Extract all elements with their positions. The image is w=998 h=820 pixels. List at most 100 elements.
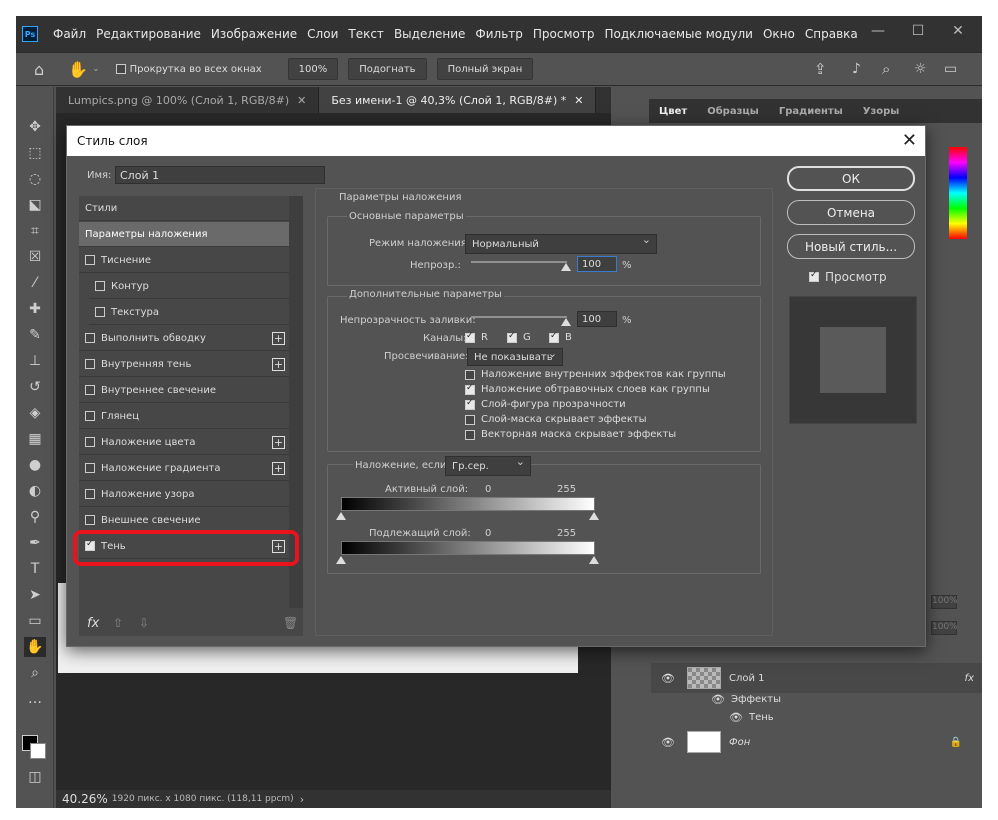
minimize-icon[interactable]: — [858,16,898,46]
full-screen-button[interactable]: Полный экран [436,58,534,80]
menu-type[interactable]: Текст [343,27,389,41]
checkbox-box[interactable] [465,331,475,343]
checkbox-box[interactable] [507,331,517,343]
menu-view[interactable]: Просмотр [528,27,600,41]
stamp-icon[interactable]: ⊥ [24,351,46,371]
menu-filter[interactable]: Фильтр [470,27,527,41]
style-item-2[interactable]: Тиснение [79,248,289,273]
option-checkbox[interactable] [465,383,475,395]
eraser-icon[interactable]: ◈ [24,403,46,423]
style-item-0[interactable]: Стили [79,196,289,221]
advanced-option-3[interactable]: Слой-маска скрывает эффекты [465,414,647,425]
crop-tool-icon[interactable]: ⌗ [24,221,46,241]
style-checkbox[interactable] [85,463,95,473]
style-checkbox[interactable] [95,281,105,291]
tab-patterns[interactable]: Узоры [853,106,910,117]
close-window-icon[interactable]: ✕ [938,16,978,46]
menu-select[interactable]: Выделение [389,27,470,41]
style-checkbox[interactable] [85,359,95,369]
channel-b-checkbox[interactable]: B [549,331,572,343]
close-icon[interactable]: ✕ [574,94,583,107]
zoom-100-button[interactable]: 100% [287,58,339,80]
fill-opacity-slider[interactable] [471,316,567,318]
style-item-6[interactable]: Внутренняя тень + [79,352,289,377]
this-layer-black-knob[interactable] [336,512,346,520]
knockout-dropdown[interactable]: Не показывать [467,347,563,366]
advanced-option-1[interactable]: Наложение обтравочных слоев как группы [465,383,710,395]
style-checkbox[interactable] [85,333,95,343]
menu-help[interactable]: Справка [800,27,863,41]
style-item-7[interactable]: Внутреннее свечение [79,378,289,403]
bulb-icon[interactable]: ☼ [914,61,927,77]
fit-screen-button[interactable]: Подогнать [348,58,427,80]
checkbox-box[interactable] [549,331,559,343]
menu-plugins[interactable]: Подключаемые модули [599,27,758,41]
opacity-input[interactable]: 100 [577,256,617,272]
dodge-icon[interactable]: ◐ [24,481,46,501]
menu-edit[interactable]: Редактирование [91,27,206,41]
menu-window[interactable]: Окно [758,27,800,41]
bell-icon[interactable]: ♪ [852,61,861,77]
add-effect-icon[interactable]: + [272,461,285,475]
option-checkbox[interactable] [465,369,475,380]
layer-effects-row[interactable]: 👁 Эффекты [711,690,941,708]
menu-image[interactable]: Изображение [206,27,302,41]
rectangle-icon[interactable]: ▭ [24,611,46,631]
blur-icon[interactable]: ● [24,455,46,475]
fill-opacity-input[interactable]: 100 [577,311,617,327]
style-checkbox[interactable] [85,437,95,447]
eye-icon[interactable]: 👁 [711,693,725,706]
path-select-icon[interactable]: ➤ [24,585,46,605]
close-icon[interactable]: ✕ [902,130,917,151]
style-item-5[interactable]: Выполнить обводку + [79,326,289,351]
advanced-option-2[interactable]: Слой-фигура прозрачности [465,398,626,410]
tab-color[interactable]: Цвет [649,106,697,117]
pen-icon[interactable]: ✒ [24,533,46,553]
layer-name[interactable]: Слой 1 [729,673,765,684]
lasso-tool-icon[interactable]: ◌ [24,169,46,189]
channel-r-checkbox[interactable]: R [465,331,488,343]
style-item-8[interactable]: Глянец [79,404,289,429]
brush-icon[interactable]: ✎ [24,325,46,345]
background-color[interactable] [30,743,46,759]
close-icon[interactable]: ✕ [297,94,306,107]
fx-icon[interactable]: fx [965,673,974,684]
eyedropper-icon[interactable]: ⁄ [24,273,46,293]
marquee-tool-icon[interactable]: ⬚ [24,143,46,163]
style-checkbox[interactable] [95,307,105,317]
ok-button[interactable]: ОК [787,166,915,191]
option-checkbox[interactable] [465,398,475,410]
style-item-3[interactable]: Контур [89,274,289,299]
this-layer-white-knob[interactable] [589,512,599,520]
hue-slider[interactable] [949,147,967,239]
style-checkbox[interactable] [85,411,95,421]
healing-icon[interactable]: ✚ [24,299,46,319]
tab-untitled[interactable]: Без имени-1 @ 40,3% (Слой 1, RGB/8#) * ✕ [319,87,597,113]
channel-g-checkbox[interactable]: G [507,331,531,343]
chevron-down-icon[interactable]: ⌄ [92,64,100,74]
cancel-button[interactable]: Отмена [787,200,915,225]
style-checkbox[interactable] [85,255,95,265]
arrow-down-icon[interactable]: ⇩ [139,616,149,630]
option-checkbox[interactable] [465,429,475,440]
tab-gradients[interactable]: Градиенты [769,106,853,117]
style-item-1[interactable]: Параметры наложения [79,222,289,247]
add-effect-icon[interactable]: + [272,331,285,345]
style-item-4[interactable]: Текстура [89,300,289,325]
preview-checkbox[interactable]: Просмотр [809,270,887,284]
style-item-9[interactable]: Наложение цвета + [79,430,289,455]
fill-field[interactable]: 100% [931,621,958,635]
eye-icon[interactable]: 👁 [661,672,675,685]
hand-tool-active-icon[interactable]: ✋ [24,637,46,657]
style-checkbox[interactable] [85,489,95,499]
layer-name[interactable]: Фон [729,737,750,748]
underlying-black-knob[interactable] [336,556,346,564]
menu-file[interactable]: Файл [48,27,91,41]
eye-icon[interactable]: 👁 [729,711,743,724]
fill-slider-knob[interactable] [561,318,571,326]
move-tool-icon[interactable]: ✥ [24,117,46,137]
advanced-option-4[interactable]: Векторная маска скрывает эффекты [465,429,676,440]
fx-icon[interactable]: fx [87,616,99,631]
add-effect-icon[interactable]: + [272,435,285,449]
eye-icon[interactable]: 👁 [661,736,675,749]
